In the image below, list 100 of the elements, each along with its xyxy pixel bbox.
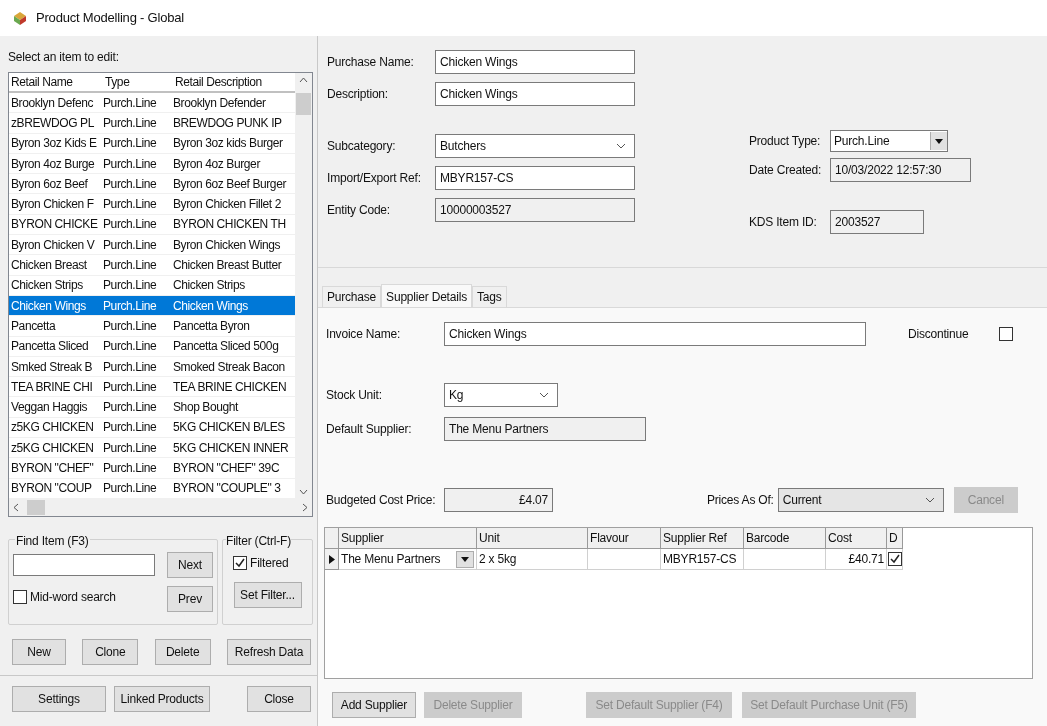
column-header[interactable]: Retail Name xyxy=(9,73,101,91)
table-cell-text: Pancetta xyxy=(10,317,57,335)
table-cell-text: Pancetta Byron xyxy=(172,317,251,335)
caret-down-icon xyxy=(461,556,469,562)
list-row[interactable]: BYRON CHICKE Purch.Line BYRON CHICKEN TH xyxy=(9,214,295,236)
checkbox-label[interactable]: Filtered xyxy=(250,554,289,572)
checkbox[interactable] xyxy=(13,590,27,604)
tab[interactable]: Tags xyxy=(471,286,507,307)
table-cell-text: BYRON CHICKE xyxy=(10,216,99,234)
next-button[interactable]: Next xyxy=(167,552,213,578)
chevron-down-icon[interactable] xyxy=(299,489,308,495)
checkbox-label[interactable]: Mid-word search xyxy=(30,588,116,606)
row-header[interactable] xyxy=(325,549,339,570)
checkbox[interactable] xyxy=(887,552,902,566)
text-field[interactable]: £4.07 xyxy=(444,488,553,512)
list-row[interactable]: Veggan Haggis Purch.Line Shop Bought xyxy=(9,397,295,418)
table-cell-text: Purch.Line xyxy=(102,236,158,254)
table-cell-text: Purch.Line xyxy=(102,257,158,274)
delete-button[interactable]: Delete xyxy=(154,639,211,665)
column-header[interactable]: Retail Description xyxy=(171,73,295,91)
caret-down-icon xyxy=(935,138,943,144)
prev-button[interactable]: Prev xyxy=(167,586,213,612)
table-cell: MBYR157-CS xyxy=(661,549,744,570)
table-cell-text: Smoked Streak Bacon xyxy=(172,358,286,376)
scrollbar-thumb[interactable] xyxy=(296,93,311,115)
list-row[interactable]: Pancetta Purch.Line Pancetta Byron xyxy=(9,316,295,337)
list-row[interactable]: Byron 3oz Kids E Purch.Line Byron 3oz kids Burger xyxy=(9,133,295,154)
set-filter-button[interactable]: Set Filter... xyxy=(233,582,302,608)
linked-products-button[interactable]: Linked Products xyxy=(114,686,210,712)
table-cell-text: Byron Chicken Wings xyxy=(172,236,282,254)
add-supplier-button[interactable]: Add Supplier xyxy=(332,692,416,718)
table-cell-text: Purch.Line xyxy=(102,399,158,417)
chevron-up-icon[interactable] xyxy=(299,77,308,83)
table-cell-text: Byron 6oz Beef xyxy=(10,175,89,193)
table-cell-text: Byron 4oz Burger xyxy=(172,155,262,173)
vertical-scrollbar[interactable] xyxy=(295,73,312,499)
column-header[interactable]: Barcode xyxy=(744,528,826,549)
list-row[interactable]: Byron Chicken F Purch.Line Byron Chicken Fillet 2 xyxy=(9,194,295,215)
checkbox[interactable] xyxy=(233,556,247,570)
text-field[interactable]: 2003527 xyxy=(830,210,924,234)
clone-button[interactable]: Clone xyxy=(82,639,139,665)
list-row[interactable]: z5KG CHICKEN Purch.Line 5KG CHICKEN B/LES xyxy=(9,417,295,439)
list-row[interactable]: zBREWDOG PL Purch.Line BREWDOG PUNK IP xyxy=(9,113,295,134)
field-label: Date Created: xyxy=(749,162,823,179)
list-row[interactable]: Smked Streak B Purch.Line Smoked Streak Bacon xyxy=(9,356,295,378)
horizontal-scrollbar[interactable] xyxy=(9,499,312,516)
table-cell-text: Byron 6oz Beef Burger xyxy=(172,175,288,193)
text-field[interactable]: The Menu Partners xyxy=(444,417,646,441)
column-header[interactable]: Type xyxy=(101,73,171,91)
refresh-button[interactable]: Refresh Data xyxy=(227,639,311,665)
list-row[interactable]: Brooklyn Defenc Purch.Line Brooklyn Defender xyxy=(9,93,295,114)
close-button[interactable]: Close xyxy=(247,686,311,712)
list-row[interactable]: Byron 6oz Beef Purch.Line Byron 6oz Beef Burger xyxy=(9,174,295,195)
table-cell-text: Pancetta Sliced 500g xyxy=(172,338,280,356)
text-field[interactable]: 10000003527 xyxy=(435,198,635,222)
table-cell-text: Shop Bought xyxy=(172,399,240,417)
text-field[interactable]: Chicken Wings xyxy=(435,50,635,74)
list-row[interactable]: BYRON "CHEF" Purch.Line BYRON "CHEF" 39C xyxy=(9,458,295,479)
settings-button[interactable]: Settings xyxy=(12,686,106,712)
subcategory-dropdown[interactable]: Butchers xyxy=(435,134,635,158)
list-row[interactable]: z5KG CHICKEN Purch.Line 5KG CHICKEN INNER xyxy=(9,438,295,459)
text-field[interactable]: Chicken Wings xyxy=(444,322,866,346)
text-field[interactable]: 10/03/2022 12:57:30 xyxy=(830,158,971,182)
supplier-dropdown[interactable]: The Menu Partners xyxy=(339,549,477,570)
list-row[interactable]: Byron 4oz Burge Purch.Line Byron 4oz Burger xyxy=(9,153,295,175)
column-header[interactable]: Flavour xyxy=(588,528,661,549)
checkbox[interactable] xyxy=(998,327,1013,341)
prices-as-of-dropdown[interactable]: Current xyxy=(777,488,944,512)
table-cell-text: zBREWDOG PL xyxy=(10,114,95,132)
field-label: Product Type: xyxy=(749,133,822,150)
app-icon xyxy=(12,10,28,26)
column-header[interactable]: D xyxy=(887,528,903,549)
list-row[interactable]: TEA BRINE CHI Purch.Line TEA BRINE CHICKEN xyxy=(9,377,295,398)
table-cell-text: BYRON "CHEF" 39C xyxy=(172,460,281,477)
column-header[interactable]: Unit xyxy=(477,528,588,549)
list-row[interactable]: Byron Chicken V Purch.Line Byron Chicken Wings xyxy=(9,235,295,256)
column-header[interactable]: Supplier xyxy=(339,528,477,549)
table-cell-text: Veggan Haggis xyxy=(10,399,89,417)
list-row[interactable]: BYRON "COUP Purch.Line BYRON "COUPLE" 3 xyxy=(9,478,295,499)
new-button[interactable]: New xyxy=(12,639,66,665)
stock-unit-dropdown[interactable]: Kg xyxy=(444,383,558,407)
list-row[interactable]: Chicken Breast Purch.Line Chicken Breast Butter xyxy=(9,255,295,276)
table-cell-text: BREWDOG PUNK IP xyxy=(172,114,283,132)
list-row[interactable]: Chicken Strips Purch.Line Chicken Strips xyxy=(9,275,295,296)
scrollbar-thumb[interactable] xyxy=(27,500,45,515)
text-field[interactable]: MBYR157-CS xyxy=(435,166,635,190)
chevron-right-icon[interactable] xyxy=(302,503,308,512)
product-type-dropdown[interactable]: Purch.Line xyxy=(830,130,948,152)
column-header[interactable]: Supplier Ref xyxy=(661,528,744,549)
text-field[interactable]: Chicken Wings xyxy=(435,82,635,106)
table-cell-text: Purch.Line xyxy=(102,460,158,477)
table-cell-text: Purch.Line xyxy=(102,94,158,112)
tab[interactable]: Supplier Details xyxy=(381,284,472,308)
find-field[interactable] xyxy=(13,554,155,576)
table-cell-text: Chicken Strips xyxy=(172,277,246,295)
column-header[interactable]: Cost xyxy=(826,528,887,549)
list-row[interactable]: Pancetta Sliced Purch.Line Pancetta Sliced 500g xyxy=(9,336,295,357)
tab[interactable]: Purchase xyxy=(322,286,382,307)
list-row[interactable]: Chicken Wings Purch.Line Chicken Wings xyxy=(9,295,295,317)
chevron-left-icon[interactable] xyxy=(13,503,19,512)
